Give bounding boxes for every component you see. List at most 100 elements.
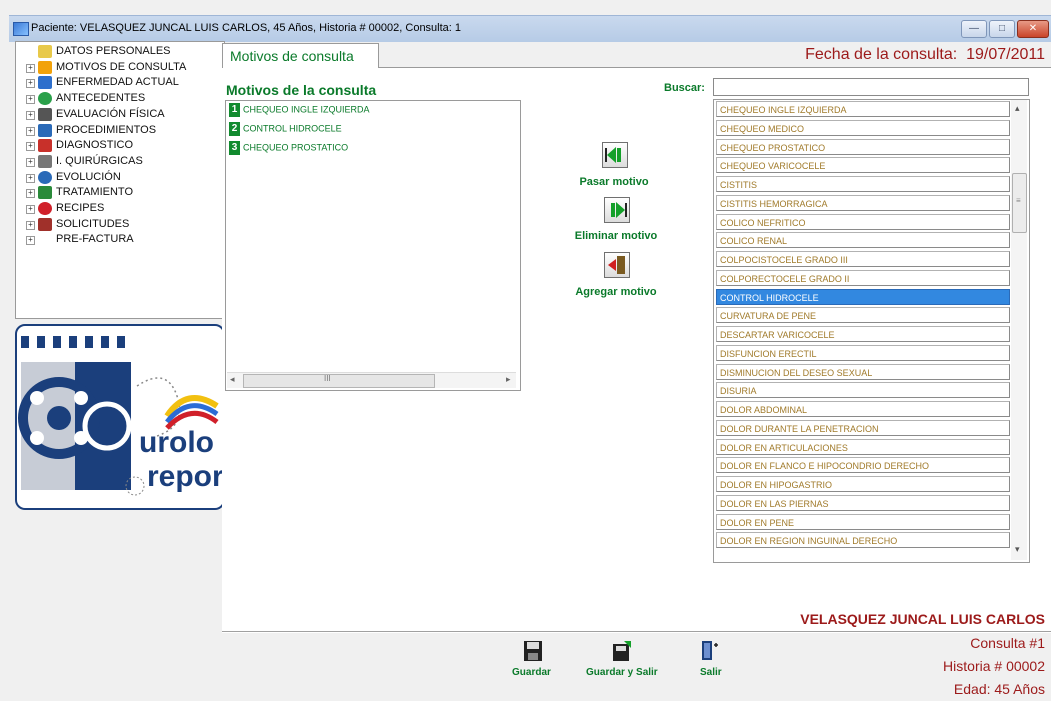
catalog-item[interactable]: COLPORECTOCELE GRADO II bbox=[716, 269, 1010, 286]
salir-label[interactable]: Salir bbox=[700, 667, 722, 678]
catalog-item[interactable]: DOLOR EN LAS PIERNAS bbox=[716, 494, 1010, 511]
motivo-label: CHEQUEO PROSTATICO bbox=[243, 142, 349, 153]
expand-icon[interactable]: + bbox=[26, 205, 35, 214]
expand-icon[interactable]: + bbox=[26, 63, 35, 73]
catalog-item[interactable]: CISTITIS bbox=[716, 176, 1010, 192]
guardar-button[interactable] bbox=[523, 640, 543, 662]
guardar-y-salir-button[interactable] bbox=[612, 640, 632, 662]
person-icon bbox=[38, 107, 52, 121]
motivos-catalog-list[interactable]: CHEQUEO INGLE IZQUIERDA CHEQUEO MEDICO CHE… bbox=[713, 99, 1030, 563]
catalog-item[interactable]: DISURIA bbox=[716, 382, 1010, 399]
catalog-item[interactable]: DOLOR ABDOMINAL bbox=[716, 401, 1010, 417]
tree-item[interactable]: + EVALUACIÓN FÍSICA bbox=[16, 107, 222, 123]
scroll-down-arrow-icon[interactable]: ▾ bbox=[1015, 544, 1020, 555]
expand-icon[interactable]: + bbox=[26, 157, 35, 167]
navigation-tree[interactable]: DATOS PERSONALES + MOTIVOS DE CONSULTA + ENF… bbox=[15, 41, 225, 319]
tree-item[interactable]: + ANTECEDENTES bbox=[16, 91, 222, 107]
info-icon bbox=[38, 170, 52, 184]
minimize-button[interactable]: — bbox=[961, 20, 987, 38]
catalog-item[interactable]: DOLOR DURANTE LA PENETRACION bbox=[716, 419, 1010, 436]
motivo-row[interactable]: 3 CHEQUEO PROSTATICO bbox=[229, 141, 348, 157]
catalog-item[interactable]: DOLOR EN REGION INGUINAL DERECHO bbox=[716, 532, 1010, 549]
catalog-item[interactable]: CONTROL HIDROCELE bbox=[716, 288, 1010, 305]
close-button[interactable]: ✕ bbox=[1017, 20, 1049, 38]
motivos-title: Motivos de la consulta bbox=[226, 82, 377, 98]
catalog-item[interactable]: CHEQUEO INGLE IZQUIERDA bbox=[716, 101, 1010, 117]
catalog-item[interactable]: CISTITIS HEMORRAGICA bbox=[716, 194, 1010, 211]
tree-item[interactable]: + PRE-FACTURA bbox=[16, 232, 222, 248]
tree-item[interactable]: + SOLICITUDES bbox=[16, 217, 222, 233]
catalog-item[interactable]: DOLOR EN PENE bbox=[716, 513, 1010, 530]
bar-chart-icon bbox=[38, 76, 52, 90]
expand-icon[interactable]: + bbox=[26, 142, 35, 152]
scroll-thumb[interactable]: ≡ bbox=[1012, 173, 1027, 233]
guardar-label[interactable]: Guardar bbox=[512, 667, 551, 678]
catalog-item[interactable]: DOLOR EN FLANCO E HIPOCONDRIO DERECHO bbox=[716, 457, 1010, 474]
tree-item[interactable]: + EVOLUCIÓN bbox=[16, 170, 222, 186]
motivo-number-badge: 1 bbox=[229, 103, 240, 117]
scroll-grip-icon: ≡ bbox=[1016, 196, 1021, 205]
tree-icon bbox=[38, 186, 52, 200]
scroll-thumb[interactable]: III bbox=[243, 374, 435, 388]
tree-item-label: PRE-FACTURA bbox=[56, 233, 134, 246]
pasar-motivo-button[interactable] bbox=[602, 142, 628, 168]
tree-item[interactable]: + RECIPES bbox=[16, 201, 222, 217]
catalog-item[interactable]: DOLOR EN HIPOGASTRIO bbox=[716, 476, 1010, 492]
catalog-item[interactable]: COLPOCISTOCELE GRADO III bbox=[716, 251, 1010, 267]
catalog-item[interactable]: DISFUNCION ERECTIL bbox=[716, 344, 1010, 361]
tree-item[interactable]: + MOTIVOS DE CONSULTA bbox=[16, 60, 222, 76]
tree-item[interactable]: + DIAGNOSTICO bbox=[16, 138, 222, 154]
tree-item-label: DATOS PERSONALES bbox=[56, 45, 171, 57]
fecha-consulta: Fecha de la consulta: 19/07/2011 bbox=[805, 46, 1045, 64]
scroll-right-arrow-icon[interactable]: ▸ bbox=[506, 374, 511, 385]
scroll-up-arrow-icon[interactable]: ▴ bbox=[1015, 103, 1020, 114]
tree-item[interactable]: + ENFERMEDAD ACTUAL bbox=[16, 75, 222, 91]
expand-icon[interactable]: + bbox=[26, 95, 35, 105]
catalog-item[interactable]: CHEQUEO MEDICO bbox=[716, 119, 1010, 136]
eliminar-motivo-label[interactable]: Eliminar motivo bbox=[574, 230, 658, 242]
expand-icon[interactable]: + bbox=[26, 79, 35, 89]
restore-button[interactable]: □ bbox=[989, 20, 1015, 38]
agregar-motivo-label[interactable]: Agregar motivo bbox=[574, 286, 658, 298]
agregar-motivo-button[interactable] bbox=[604, 252, 630, 278]
tree-item-label: ANTECEDENTES bbox=[56, 92, 146, 105]
eliminar-motivo-button[interactable] bbox=[604, 197, 630, 223]
expand-icon[interactable]: + bbox=[26, 110, 35, 120]
catalog-item[interactable]: DESCARTAR VARICOCELE bbox=[716, 326, 1010, 342]
expand-icon[interactable]: + bbox=[26, 189, 35, 199]
pasar-motivo-label[interactable]: Pasar motivo bbox=[578, 176, 650, 188]
historia-number: Historia # 00002 bbox=[943, 658, 1045, 674]
motivos-horizontal-scrollbar[interactable]: ◂ III ▸ bbox=[227, 372, 516, 388]
search-input[interactable] bbox=[713, 78, 1029, 96]
catalog-item[interactable]: CURVATURA DE PENE bbox=[716, 307, 1010, 324]
tree-item[interactable]: DATOS PERSONALES bbox=[16, 44, 222, 60]
catalog-vertical-scrollbar[interactable]: ▴ ≡ ▾ bbox=[1011, 100, 1027, 560]
tree-item-label: EVOLUCIÓN bbox=[56, 170, 121, 183]
scroll-left-arrow-icon[interactable]: ◂ bbox=[230, 374, 235, 385]
stack-icon bbox=[38, 217, 52, 231]
salir-button[interactable] bbox=[700, 639, 720, 661]
catalog-item[interactable]: DISMINUCION DEL DESEO SEXUAL bbox=[716, 363, 1010, 380]
catalog-item[interactable]: CHEQUEO VARICOCELE bbox=[716, 157, 1010, 174]
catalog-item[interactable]: DOLOR EN ARTICULACIONES bbox=[716, 438, 1010, 455]
expand-icon[interactable]: + bbox=[26, 173, 35, 183]
motivo-row[interactable]: 2 CONTROL HIDROCELE bbox=[229, 122, 342, 138]
catalog-item[interactable]: COLICO RENAL bbox=[716, 232, 1010, 249]
tree-item[interactable]: + PROCEDIMIENTOS bbox=[16, 123, 222, 139]
title-bar[interactable]: Paciente: VELASQUEZ JUNCAL LUIS CARLOS, … bbox=[9, 15, 1051, 42]
expand-icon[interactable]: + bbox=[26, 236, 35, 246]
catalog-item[interactable]: COLICO NEFRITICO bbox=[716, 213, 1010, 230]
tab-motivos-de-consulta[interactable]: Motivos de consulta bbox=[222, 43, 379, 68]
tree-item[interactable]: + I. QUIRÚRGICAS bbox=[16, 154, 222, 170]
apple-icon bbox=[38, 202, 52, 215]
expand-icon[interactable]: + bbox=[26, 220, 35, 230]
tree-item-label: SOLICITUDES bbox=[56, 217, 130, 230]
window-title: Paciente: VELASQUEZ JUNCAL LUIS CARLOS, … bbox=[31, 22, 462, 34]
motivo-row[interactable]: 1 CHEQUEO INGLE IZQUIERDA bbox=[229, 103, 370, 119]
motivos-list[interactable]: 1 CHEQUEO INGLE IZQUIERDA 2 CONTROL HIDROCE… bbox=[225, 100, 521, 391]
expand-icon[interactable]: + bbox=[26, 126, 35, 136]
guardar-y-salir-label[interactable]: Guardar y Salir bbox=[586, 667, 658, 678]
catalog-item[interactable]: CHEQUEO PROSTATICO bbox=[716, 138, 1010, 155]
tree-item[interactable]: + TRATAMIENTO bbox=[16, 185, 222, 201]
floppy-disk-icon bbox=[524, 641, 542, 661]
